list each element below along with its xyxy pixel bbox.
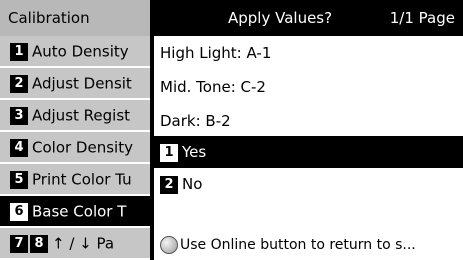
menu-item-number: 2	[10, 74, 28, 93]
value-high-light: High Light: A-1	[160, 44, 272, 62]
menu-item-label: Adjust Regist	[32, 106, 131, 125]
menu-item-adjust-registration[interactable]: 3 Adjust Regist	[0, 100, 150, 132]
menu-item-auto-density[interactable]: 1 Auto Density	[0, 36, 150, 68]
value-dark: Dark: B-2	[160, 112, 231, 130]
online-button-icon	[160, 236, 178, 254]
option-number: 2	[160, 175, 178, 194]
menu-item-base-color-tuning[interactable]: 6 Base Color T	[0, 196, 150, 228]
menu-item-number: 5	[10, 170, 28, 189]
menu-item-label: Color Density	[32, 138, 133, 157]
option-number: 1	[160, 143, 178, 162]
footer-hint: Use Online button to return to s...	[160, 236, 462, 254]
option-label: No	[182, 175, 203, 193]
dialog-title: Apply Values?	[228, 9, 333, 27]
option-label: Yes	[182, 143, 207, 161]
menu-item-number: 4	[10, 138, 28, 157]
calibration-menu: Calibration 1 Auto Density 2 Adjust Densit…	[0, 0, 150, 260]
footer-text: Use Online button to return to s...	[180, 237, 416, 253]
menu-item-number: 3	[10, 106, 28, 125]
menu-item-adjust-density[interactable]: 2 Adjust Densit	[0, 68, 150, 100]
menu-title: Calibration	[0, 0, 150, 36]
option-yes[interactable]: 1 Yes	[154, 136, 463, 168]
menu-item-print-color-tuning[interactable]: 5 Print Color Tu	[0, 164, 150, 196]
menu-item-label: Base Color T	[32, 202, 127, 221]
menu-pager[interactable]: 7 8 ↑ / ↓ Pa	[0, 228, 150, 260]
dialog-header: Apply Values? 1/1 Page	[154, 0, 463, 36]
printer-panel-screen: Calibration 1 Auto Density 2 Adjust Densit…	[0, 0, 463, 260]
option-no[interactable]: 2 No	[154, 168, 463, 200]
menu-item-number: 1	[10, 42, 28, 61]
apply-values-dialog: Apply Values? 1/1 Page High Light: A-1 M…	[150, 0, 463, 260]
menu-item-label: Auto Density	[32, 42, 129, 61]
menu-item-label: Print Color Tu	[32, 170, 132, 189]
menu-item-color-density[interactable]: 4 Color Density	[0, 132, 150, 164]
pager-number: 7	[10, 234, 28, 253]
page-indicator: 1/1 Page	[389, 9, 455, 27]
menu-item-number: 6	[10, 202, 28, 221]
value-mid-tone: Mid. Tone: C-2	[160, 78, 266, 96]
pager-label: ↑ / ↓ Pa	[52, 234, 115, 253]
pager-number: 8	[30, 234, 48, 253]
menu-item-label: Adjust Densit	[32, 74, 132, 93]
